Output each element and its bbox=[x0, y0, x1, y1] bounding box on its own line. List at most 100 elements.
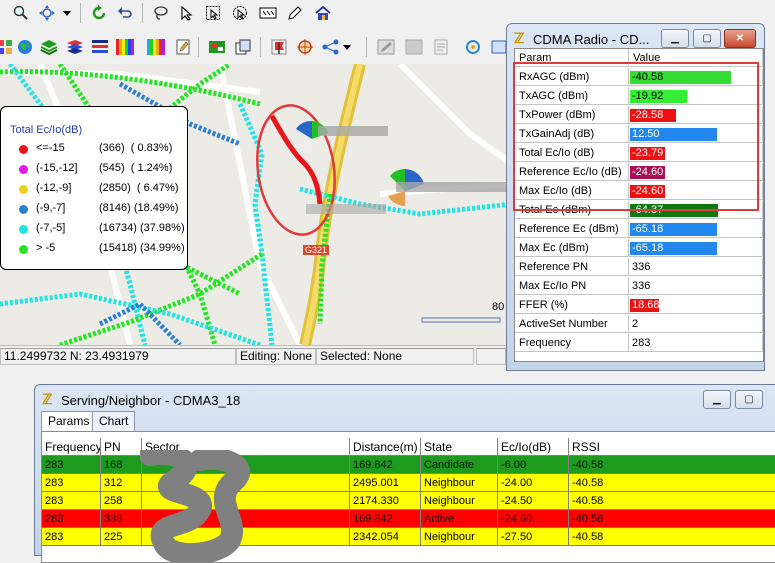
select-area-icon[interactable] bbox=[202, 3, 224, 23]
legend-item: (-9,-7] (8146) (18.49%) bbox=[19, 201, 184, 219]
param-value-cell: 2 bbox=[629, 315, 763, 333]
ruler-icon[interactable] bbox=[257, 3, 279, 23]
redaction-mark bbox=[140, 450, 250, 562]
radio-param-row[interactable]: Reference PN 336 bbox=[515, 258, 763, 277]
legend-dot bbox=[19, 225, 28, 234]
maximize-button[interactable]: ▢ bbox=[693, 29, 721, 48]
minimize-button[interactable]: ▁ bbox=[703, 390, 731, 409]
pan-icon[interactable] bbox=[36, 3, 58, 23]
param-value: -65.18 bbox=[632, 223, 664, 235]
legend-dot bbox=[19, 205, 28, 214]
param-name: Reference Ec (dBm) bbox=[515, 220, 629, 238]
cell-distance: 169.842 bbox=[350, 456, 421, 474]
cell-rssi: -40.58 bbox=[569, 528, 775, 546]
stack-icon[interactable] bbox=[64, 37, 86, 57]
cell-frequency: 283 bbox=[42, 510, 101, 528]
color-bars-icon[interactable] bbox=[114, 37, 136, 57]
layers-icon[interactable] bbox=[38, 37, 60, 57]
camera-icon[interactable] bbox=[462, 37, 484, 57]
radio-param-row[interactable]: ActiveSet Number 2 bbox=[515, 315, 763, 334]
globe-icon[interactable] bbox=[14, 37, 36, 57]
export-icon[interactable] bbox=[206, 37, 228, 57]
radio-param-row[interactable]: Max Ec (dBm) -65.18 bbox=[515, 239, 763, 258]
maximize-button[interactable]: ▢ bbox=[735, 390, 763, 409]
param-value-cell: 283 bbox=[629, 334, 763, 352]
column-header-rssi[interactable]: RSSI bbox=[569, 438, 775, 456]
dropdown-icon[interactable] bbox=[60, 3, 74, 23]
list-icon[interactable] bbox=[89, 37, 111, 57]
cdma-radio-window: ℤ CDMA Radio - CD... ▁ ▢ ✕ Param Value R… bbox=[506, 23, 765, 371]
radio-param-row[interactable]: FFER (%) 18.68 bbox=[515, 296, 763, 315]
app-icon: ℤ bbox=[514, 30, 525, 46]
map-legend: Total Ec/Io(dB) <=-15 (366) ( 0.83%) (-1… bbox=[0, 106, 188, 270]
minimize-button[interactable]: ▁ bbox=[661, 29, 689, 48]
cell-state: Candidate bbox=[421, 456, 498, 474]
doc-icon[interactable] bbox=[430, 37, 452, 57]
cell-rssi: -40.58 bbox=[569, 474, 775, 492]
param-value-cell: 336 bbox=[629, 258, 763, 276]
cell-frequency: 283 bbox=[42, 456, 101, 474]
legend-item: > -5 (15418) (34.99%) bbox=[19, 241, 185, 259]
param-value: 283 bbox=[632, 337, 651, 349]
select-icon[interactable] bbox=[176, 3, 198, 23]
cell-frequency: 283 bbox=[42, 492, 101, 510]
radio-param-row[interactable]: Max Ec/Io PN 336 bbox=[515, 277, 763, 296]
cell-state: Neighbour bbox=[421, 492, 498, 510]
close-button[interactable]: ✕ bbox=[724, 29, 756, 48]
cell-distance: 2495.001 bbox=[350, 474, 421, 492]
cell-frequency: 283 bbox=[42, 474, 101, 492]
flag-icon[interactable] bbox=[268, 37, 290, 57]
param-name: Max Ec (dBm) bbox=[515, 239, 629, 257]
cell-frequency: 283 bbox=[42, 528, 101, 546]
undo-icon[interactable] bbox=[114, 3, 136, 23]
legend-item: (-12,-9] (2850) ( 6.47%) bbox=[19, 181, 184, 199]
cell-ecio: -6.00 bbox=[498, 456, 569, 474]
target-icon[interactable] bbox=[294, 37, 316, 57]
column-header-frequency[interactable]: Frequency bbox=[42, 438, 101, 456]
param-value-cell: -65.18 bbox=[629, 239, 763, 257]
param-name: FFER (%) bbox=[515, 296, 629, 314]
column-header-state[interactable]: State bbox=[421, 438, 498, 456]
pen-icon[interactable] bbox=[375, 37, 397, 57]
column-header-pn[interactable]: PN bbox=[101, 438, 142, 456]
disabled-tool-icon[interactable] bbox=[403, 37, 425, 57]
legend-item: <=-15 (366) ( 0.83%) bbox=[19, 141, 184, 159]
radio-param-row[interactable]: Reference Ec (dBm) -65.18 bbox=[515, 220, 763, 239]
param-name: ActiveSet Number bbox=[515, 315, 629, 333]
column-header-ecio[interactable]: Ec/Io(dB) bbox=[498, 438, 569, 456]
param-name: Frequency bbox=[515, 334, 629, 352]
home-icon[interactable] bbox=[312, 3, 334, 23]
edit-icon[interactable] bbox=[284, 3, 306, 23]
legend-dot bbox=[19, 185, 28, 194]
param-value: 18.68 bbox=[632, 299, 660, 311]
cell-distance: 2342.054 bbox=[350, 528, 421, 546]
lasso-icon[interactable] bbox=[150, 3, 172, 23]
param-value: 2 bbox=[632, 318, 639, 330]
refresh-icon[interactable] bbox=[88, 3, 110, 23]
cell-state: Active bbox=[421, 510, 498, 528]
dropdown-2-icon[interactable] bbox=[340, 37, 354, 57]
serving-neighbor-table: Frequency PN Sector Distance(m) State Ec… bbox=[41, 431, 775, 563]
color-bars-2-icon[interactable] bbox=[145, 37, 167, 57]
cell-ecio: -24.60 bbox=[498, 510, 569, 528]
scale-label: 80 bbox=[492, 301, 505, 313]
zoom-icon[interactable] bbox=[10, 3, 32, 23]
select-polygon-icon[interactable] bbox=[229, 3, 251, 23]
road-label: G321 bbox=[303, 245, 330, 255]
param-value-cell: 18.68 bbox=[629, 296, 763, 314]
column-header-distance[interactable]: Distance(m) bbox=[350, 438, 421, 456]
radio-param-row[interactable]: Frequency 283 bbox=[515, 334, 763, 353]
param-name: Reference PN bbox=[515, 258, 629, 276]
app-icon: ℤ bbox=[42, 391, 53, 407]
tab-chart[interactable]: Chart bbox=[92, 411, 136, 431]
tab-params[interactable]: Params bbox=[41, 411, 97, 432]
legend-item: (-7,-5] (16734) (37.98%) bbox=[19, 221, 185, 239]
cell-rssi: -40.58 bbox=[569, 510, 775, 528]
edit-doc-icon[interactable] bbox=[172, 37, 194, 57]
copy-icon[interactable] bbox=[232, 37, 254, 57]
legend-title: Total Ec/Io(dB) bbox=[10, 124, 83, 136]
cell-ecio: -24.00 bbox=[498, 474, 569, 492]
network-icon[interactable] bbox=[320, 37, 342, 57]
param-value: 336 bbox=[632, 280, 651, 292]
cell-ecio: -27.50 bbox=[498, 528, 569, 546]
